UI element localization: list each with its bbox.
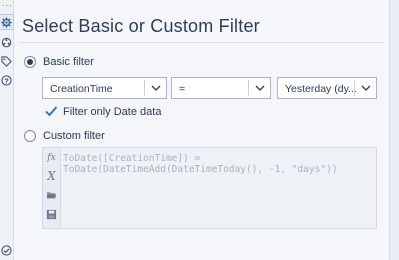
expression-line: ToDate([CreationTime]) =	[63, 153, 201, 164]
date-value-dropdown-value: Yesterday (dy...	[285, 83, 357, 95]
right-scroll-bar[interactable]	[389, 0, 399, 260]
field-dropdown[interactable]: CreationTime	[42, 77, 167, 99]
date-only-checkbox[interactable]	[44, 104, 58, 118]
tag-icon[interactable]	[0, 54, 13, 68]
chevron-down-icon	[255, 85, 265, 91]
page-title: Select Basic or Custom Filter	[22, 16, 260, 36]
operator-dropdown[interactable]: =	[171, 77, 271, 99]
operator-dropdown-value: =	[179, 83, 186, 95]
check-circle-icon[interactable]	[0, 243, 13, 257]
custom-filter-label: Custom filter	[43, 130, 105, 142]
open-folder-icon[interactable]	[45, 188, 58, 202]
tool-rail: ... ?	[0, 0, 14, 260]
expression-code: ToDate([CreationTime]) = ToDate(DateTimeA…	[63, 153, 338, 175]
gear-icon[interactable]	[0, 14, 14, 30]
basic-filter-label: Basic filter	[43, 56, 94, 68]
save-icon[interactable]	[45, 207, 58, 221]
fx-icon[interactable]: fx	[45, 151, 58, 165]
chevron-down-icon	[361, 85, 371, 91]
variable-x-icon[interactable]: X	[45, 169, 58, 183]
title-divider	[18, 42, 384, 43]
custom-filter-radio[interactable]	[24, 130, 36, 142]
editor-toolbar: fx X	[43, 148, 61, 228]
basic-filter-radio[interactable]	[24, 56, 36, 68]
network-icon[interactable]	[0, 35, 13, 49]
help-icon[interactable]: ?	[0, 73, 13, 87]
chevron-down-icon	[151, 85, 161, 91]
rail-handle[interactable]: ...	[2, 0, 13, 8]
date-value-dropdown[interactable]: Yesterday (dy...	[277, 77, 377, 99]
date-only-label: Filter only Date data	[63, 106, 162, 118]
svg-text:?: ?	[4, 76, 9, 85]
expression-editor[interactable]: fx X ToDate([CreationTime]) = ToDate(Date…	[42, 147, 377, 229]
field-dropdown-value: CreationTime	[50, 83, 113, 95]
expression-line: ToDate(DateTimeAdd(DateTimeToday(), -1, …	[63, 164, 338, 175]
